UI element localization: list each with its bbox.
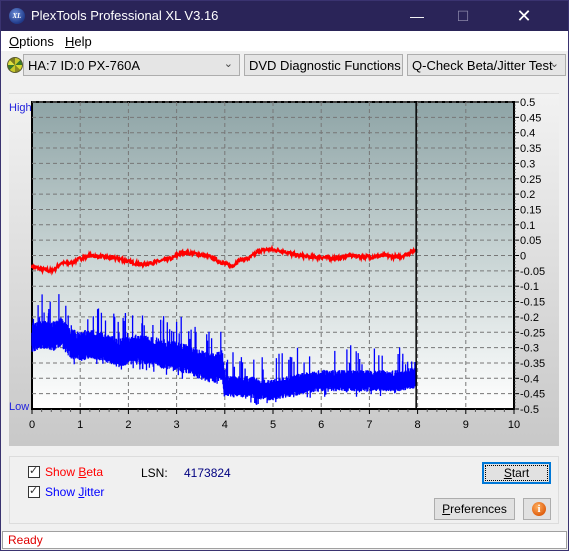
y-tick-label: -0.15 xyxy=(520,297,545,309)
y-tick-label: -0.2 xyxy=(520,312,539,324)
y-tick-label: 0.5 xyxy=(520,97,535,109)
show-beta-label[interactable]: Show Beta xyxy=(45,465,103,479)
y-tick-label: 0.15 xyxy=(520,204,541,216)
show-jitter-checkbox[interactable] xyxy=(28,484,40,498)
preferences-rest: references xyxy=(450,502,507,516)
info-icon: i xyxy=(532,502,546,516)
y-tick-label: 0.4 xyxy=(520,128,535,140)
app-window: XL PlexTools Professional XL V3.16 — ☐ ✕… xyxy=(0,0,569,551)
show-jitter-label[interactable]: Show Jitter xyxy=(45,485,104,499)
y-tick-label: 0 xyxy=(520,251,526,263)
y-tick-label: -0.05 xyxy=(520,266,545,278)
y-axis: 0.5 0.45 0.4 0.35 0.3 0.25 0.2 0.15 0.1 0.05 0 -0.0… xyxy=(513,97,545,416)
x-tick-label: 8 xyxy=(415,419,421,431)
y-tick-label: 0.2 xyxy=(520,189,535,201)
x-tick-label: 9 xyxy=(463,419,469,431)
x-tick-label: 2 xyxy=(125,419,131,431)
show-jitter-rest: itter xyxy=(84,485,105,499)
show-beta-rest: eta xyxy=(86,465,104,479)
start-rest: tart xyxy=(511,466,530,480)
y-tick-label: -0.4 xyxy=(520,373,539,385)
y-tick-label: -0.3 xyxy=(520,343,539,355)
preferences-button[interactable]: Preferences xyxy=(434,498,515,520)
y-tick-label: 0.25 xyxy=(520,174,541,186)
x-axis: 0 1 2 3 4 5 6 7 8 9 10 xyxy=(29,409,520,431)
x-tick-label: 5 xyxy=(270,419,276,431)
y-tick-label: -0.35 xyxy=(520,358,545,370)
lsn-label: LSN: xyxy=(141,466,168,480)
x-tick-label: 7 xyxy=(366,419,372,431)
x-tick-label: 10 xyxy=(508,419,520,431)
y-tick-label: 0.45 xyxy=(520,112,541,124)
status-text: Ready xyxy=(8,533,43,547)
info-button[interactable]: i xyxy=(523,498,551,520)
show-beta-prefix: Show xyxy=(45,465,79,479)
y-tick-label: 0.35 xyxy=(520,143,541,155)
y-tick-label: -0.25 xyxy=(520,327,545,339)
lsn-value: 4173824 xyxy=(184,466,231,480)
y-tick-label: 0.3 xyxy=(520,158,535,170)
preferences-mnemonic: P xyxy=(442,502,451,516)
y-tick-label: 0.05 xyxy=(520,235,541,247)
x-tick-label: 0 xyxy=(29,419,35,431)
x-tick-label: 3 xyxy=(174,419,180,431)
y-tick-label: -0.5 xyxy=(520,404,539,416)
show-jitter-prefix: Show xyxy=(45,485,79,499)
x-tick-label: 1 xyxy=(77,419,83,431)
start-button[interactable]: Start xyxy=(482,462,551,484)
y-tick-label: -0.45 xyxy=(520,389,545,401)
start-mnemonic: S xyxy=(503,466,512,480)
beta-jitter-chart: 0 1 2 3 4 5 6 7 8 9 10 0.5 0.45 0.4 0.35 0.3 0.25 0.2 0.1… xyxy=(29,97,545,431)
status-bar: Ready xyxy=(2,531,567,549)
y-tick-label: 0.1 xyxy=(520,220,535,232)
start-button-label: Start xyxy=(504,466,529,480)
x-tick-label: 4 xyxy=(222,419,228,431)
show-beta-checkbox[interactable] xyxy=(28,464,40,478)
x-tick-label: 6 xyxy=(318,419,324,431)
y-tick-label: -0.1 xyxy=(520,281,539,293)
